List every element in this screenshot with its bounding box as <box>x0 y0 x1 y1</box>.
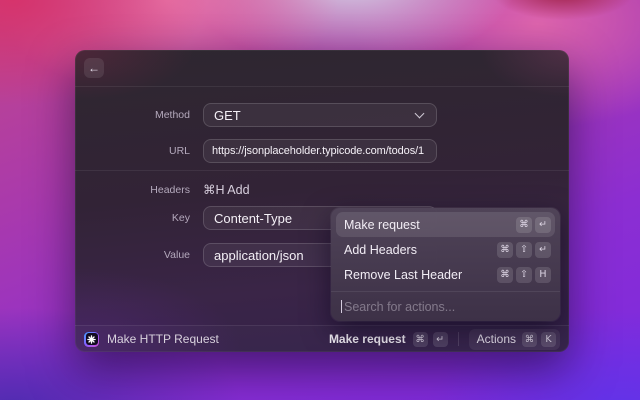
command-key-icon: ⌘ <box>497 241 513 258</box>
header-key-label: Key <box>171 212 190 224</box>
method-selected-value: GET <box>214 107 241 123</box>
method-select[interactable]: GET <box>203 103 437 127</box>
return-key-icon: ↵ <box>535 216 551 233</box>
shift-key-icon: ⇧ <box>516 266 532 283</box>
menu-item-label: Remove Last Header <box>344 267 463 282</box>
back-arrow-icon: ← <box>88 61 100 75</box>
actions-popup-menu: Make request ⌘ ↵ Add Headers ⌘ ⇧ ↵ Remov… <box>331 208 560 321</box>
menu-item-remove-last-header[interactable]: Remove Last Header ⌘ ⇧ H <box>336 262 555 287</box>
h-key-icon: H <box>535 266 551 283</box>
menu-item-make-request[interactable]: Make request ⌘ ↵ <box>336 212 555 237</box>
make-http-request-app-icon <box>84 331 99 347</box>
actions-button[interactable]: Actions ⌘ K <box>468 328 560 350</box>
asterisk-icon <box>85 333 98 345</box>
method-label: Method <box>154 109 190 121</box>
actions-button-label: Actions <box>476 332 516 346</box>
menu-item-add-headers[interactable]: Add Headers ⌘ ⇧ ↵ <box>336 237 555 262</box>
return-key-icon: ↵ <box>535 241 551 258</box>
header-value-label: Value <box>163 249 190 261</box>
statusbar-divider <box>457 332 459 346</box>
status-bar: Make HTTP Request Make request ⌘ ↵ Actio… <box>75 325 569 352</box>
chevron-down-icon <box>414 108 425 119</box>
url-input[interactable] <box>203 139 437 163</box>
statusbar-actions: Make request ⌘ ↵ Actions ⌘ K <box>329 328 560 350</box>
shift-key-icon: ⇧ <box>516 241 532 258</box>
section-divider <box>75 170 569 171</box>
shortcut-keys: ⌘ ⇧ ↵ <box>497 241 551 258</box>
http-request-window: ← Method GET URL Headers ⌘H Add Key Valu… <box>75 50 569 352</box>
text-cursor <box>341 300 342 313</box>
back-button[interactable]: ← <box>84 58 104 78</box>
primary-action-button[interactable]: Make request <box>329 332 406 346</box>
command-key-icon: ⌘ <box>516 216 532 233</box>
menu-item-label: Add Headers <box>344 242 417 257</box>
action-search-input[interactable]: Search for actions... <box>331 292 560 321</box>
shortcut-keys: ⌘ ⇧ H <box>497 266 551 283</box>
command-title: Make HTTP Request <box>107 332 219 346</box>
actions-menu-list: Make request ⌘ ↵ Add Headers ⌘ ⇧ ↵ Remov… <box>331 208 560 291</box>
add-header-shortcut-hint[interactable]: ⌘H Add <box>203 178 250 202</box>
search-placeholder: Search for actions... <box>344 299 456 314</box>
menu-item-label: Make request <box>344 217 420 232</box>
shortcut-keys: ⌘ ↵ <box>516 216 551 233</box>
url-label: URL <box>168 145 190 157</box>
k-key-icon: K <box>541 331 556 347</box>
command-key-icon: ⌘ <box>497 266 513 283</box>
headers-label: Headers <box>150 184 190 196</box>
command-key-icon: ⌘ <box>412 331 428 347</box>
return-key-icon: ↵ <box>432 331 448 347</box>
window-header: ← <box>75 50 569 87</box>
command-key-icon: ⌘ <box>522 331 537 347</box>
